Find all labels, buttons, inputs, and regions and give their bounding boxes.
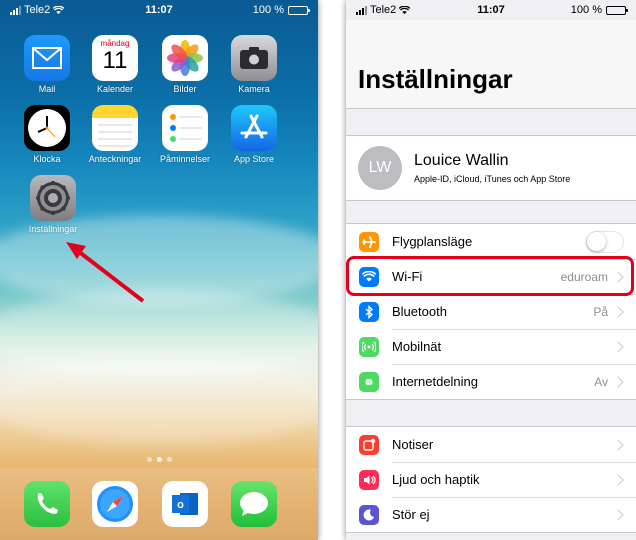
battery-icon bbox=[606, 5, 628, 15]
app-label: Mail bbox=[38, 84, 56, 94]
settings-row-cellular[interactable]: Mobilnät bbox=[346, 329, 636, 364]
home-screen: Tele2 11:07 100 % Mail måndag 11 Kalende… bbox=[0, 0, 318, 540]
row-label: Flygplansläge bbox=[392, 234, 473, 249]
row-value: På bbox=[593, 304, 608, 319]
notes-icon bbox=[92, 105, 138, 151]
app-reminders[interactable]: Påminnelser bbox=[155, 105, 215, 164]
bluetooth-icon bbox=[359, 301, 379, 322]
settings-screen: Inställningar Tele2 11:07 100 % LW Louic… bbox=[346, 0, 636, 540]
row-label: Ljud och haptik bbox=[392, 472, 480, 487]
chevron-right-icon bbox=[612, 305, 624, 318]
page-dot bbox=[156, 457, 162, 462]
settings-row-wifi[interactable]: Wi-Fi eduroam bbox=[346, 259, 636, 294]
notifications-icon bbox=[359, 434, 379, 455]
chevron-right-icon bbox=[612, 473, 624, 486]
page-title: Inställningar bbox=[358, 64, 513, 94]
safari-icon bbox=[92, 481, 138, 527]
calendar-day: 11 bbox=[102, 47, 128, 74]
row-label: Notiser bbox=[392, 437, 434, 452]
dock-phone[interactable] bbox=[17, 481, 77, 527]
chevron-right-icon bbox=[612, 340, 624, 353]
app-mail[interactable]: Mail bbox=[17, 35, 77, 94]
calendar-icon: måndag 11 bbox=[92, 35, 138, 81]
battery-icon bbox=[288, 5, 310, 15]
svg-text:o: o bbox=[177, 499, 184, 511]
row-label: Mobilnät bbox=[392, 339, 442, 354]
app-label: Påminnelser bbox=[159, 154, 211, 164]
app-clock[interactable]: Klocka bbox=[17, 105, 77, 164]
battery-percent: 100 % bbox=[252, 4, 284, 16]
airplane-icon bbox=[359, 231, 379, 252]
chevron-right-icon bbox=[612, 508, 624, 521]
settings-row-notifications[interactable]: Notiser bbox=[346, 427, 636, 462]
app-notes[interactable]: Anteckningar bbox=[85, 105, 145, 164]
app-app-store[interactable]: App Store bbox=[224, 105, 284, 164]
settings-row-airplane[interactable]: Flygplansläge bbox=[346, 224, 636, 259]
cellular-icon bbox=[359, 336, 379, 357]
row-label: Bluetooth bbox=[392, 304, 447, 319]
camera-icon bbox=[231, 35, 277, 81]
notifications-group: Notiser Ljud och haptik Stör ej bbox=[346, 426, 636, 533]
apple-id-row[interactable]: LW Louice Wallin Apple-ID, iCloud, iTune… bbox=[346, 136, 636, 200]
dock-outlook[interactable]: o bbox=[155, 481, 215, 527]
battery: 100 % bbox=[570, 4, 628, 16]
app-label: Kamera bbox=[238, 84, 270, 94]
wifi-icon bbox=[359, 266, 379, 287]
mail-icon bbox=[24, 35, 70, 81]
app-camera[interactable]: Kamera bbox=[224, 35, 284, 94]
page-dot bbox=[166, 457, 172, 462]
app-settings[interactable]: Inställningar bbox=[23, 175, 83, 234]
dock: o bbox=[0, 468, 318, 540]
row-value: Av bbox=[594, 374, 608, 389]
do-not-disturb-icon bbox=[359, 504, 379, 525]
app-label: Klocka bbox=[33, 154, 61, 164]
connectivity-group: Flygplansläge Wi-Fi eduroam Bluetooth På… bbox=[346, 223, 636, 400]
status-bar: Tele2 11:07 100 % bbox=[346, 0, 636, 20]
app-label: Anteckningar bbox=[88, 154, 142, 164]
app-label: App Store bbox=[233, 154, 275, 164]
app-label: Inställningar bbox=[28, 224, 78, 234]
photos-icon bbox=[162, 35, 208, 81]
wallpaper-wave bbox=[0, 355, 318, 445]
settings-row-sounds[interactable]: Ljud och haptik bbox=[346, 462, 636, 497]
outlook-icon: o bbox=[162, 481, 208, 527]
settings-row-hotspot[interactable]: Internetdelning Av bbox=[346, 364, 636, 399]
app-calendar[interactable]: måndag 11 Kalender bbox=[85, 35, 145, 94]
profile-text: Louice Wallin Apple-ID, iCloud, iTunes o… bbox=[414, 152, 636, 184]
chevron-right-icon bbox=[612, 375, 624, 388]
settings-gear-icon bbox=[30, 175, 76, 221]
clock-icon bbox=[24, 105, 70, 151]
row-label: Wi-Fi bbox=[392, 269, 423, 284]
airplane-toggle[interactable] bbox=[586, 230, 624, 253]
dock-safari[interactable] bbox=[85, 481, 145, 527]
reminders-icon bbox=[162, 105, 208, 151]
app-store-icon bbox=[231, 105, 277, 151]
hotspot-icon bbox=[359, 371, 379, 392]
status-bar: Tele2 11:07 100 % bbox=[0, 0, 318, 20]
page-dot bbox=[146, 457, 152, 462]
chevron-right-icon bbox=[612, 438, 624, 451]
settings-row-do-not-disturb[interactable]: Stör ej bbox=[346, 497, 636, 532]
dock-messages[interactable] bbox=[224, 481, 284, 527]
battery: 100 % bbox=[252, 4, 310, 16]
app-photos[interactable]: Bilder bbox=[155, 35, 215, 94]
chevron-right-icon bbox=[612, 270, 624, 283]
messages-icon bbox=[231, 481, 277, 527]
settings-header: Inställningar bbox=[346, 20, 636, 109]
row-label: Stör ej bbox=[392, 507, 430, 522]
app-label: Bilder bbox=[173, 84, 197, 94]
sounds-icon bbox=[359, 469, 379, 490]
battery-percent: 100 % bbox=[570, 4, 602, 16]
row-value: eduroam bbox=[560, 269, 608, 284]
avatar: LW bbox=[358, 146, 402, 190]
profile-name: Louice Wallin bbox=[414, 152, 509, 169]
phone-icon bbox=[24, 481, 70, 527]
page-indicator bbox=[0, 457, 318, 462]
row-label: Internetdelning bbox=[392, 374, 479, 389]
profile-subtitle: Apple-ID, iCloud, iTunes och App Store bbox=[414, 174, 571, 184]
app-label: Kalender bbox=[96, 84, 134, 94]
profile-group: LW Louice Wallin Apple-ID, iCloud, iTune… bbox=[346, 135, 636, 201]
settings-row-bluetooth[interactable]: Bluetooth På bbox=[346, 294, 636, 329]
